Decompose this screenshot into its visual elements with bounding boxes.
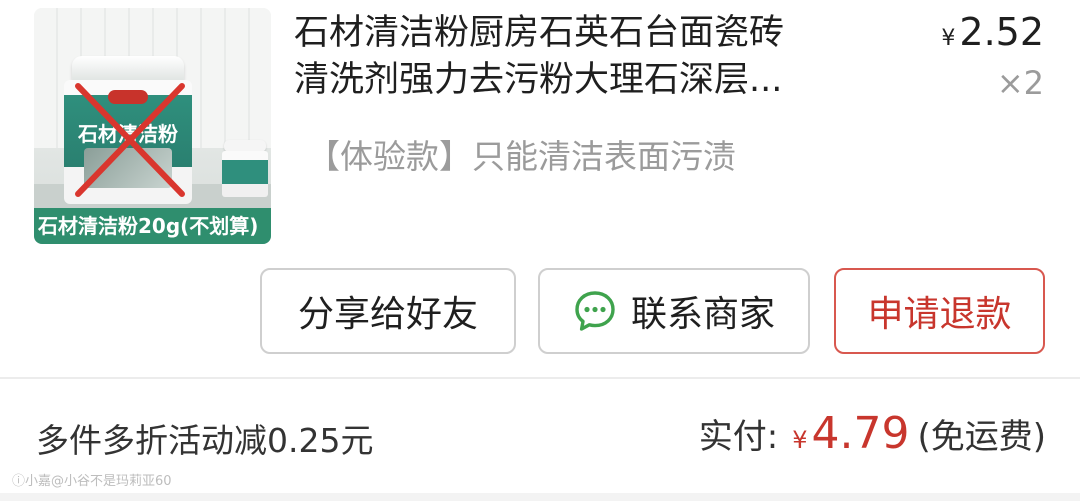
- product-title[interactable]: 石材清洁粉厨房石英石台面瓷砖 清洗剂强力去污粉大理石深层...: [294, 10, 894, 104]
- product-sku: 【体验款】只能清洁表面污渍: [307, 137, 736, 176]
- quantity: ×2: [996, 64, 1044, 102]
- discount-text: 多件多折活动减0.25元: [36, 421, 374, 460]
- currency-symbol: ¥: [941, 26, 956, 51]
- unit-price-value: 2.52: [959, 10, 1044, 54]
- paid-total: 实付: ¥ 4.79 (免运费): [699, 408, 1046, 459]
- refund-button-label: 申请退款: [867, 294, 1012, 335]
- unit-price: ¥2.52: [941, 10, 1044, 54]
- share-button[interactable]: 分享给好友: [260, 268, 516, 354]
- contact-seller-button[interactable]: 联系商家: [538, 268, 810, 354]
- shipping-note: (免运费): [917, 417, 1046, 457]
- contact-seller-label: 联系商家: [630, 294, 775, 335]
- paid-label: 实付:: [698, 417, 779, 457]
- refund-button[interactable]: 申请退款: [834, 268, 1045, 354]
- product-title-line-2: 清洗剂强力去污粉大理石深层...: [294, 60, 783, 100]
- product-jar-small: [222, 140, 268, 198]
- red-cross-mark-icon: [75, 83, 185, 197]
- chat-bubble-icon: [575, 291, 615, 331]
- paid-amount: 4.79: [811, 408, 910, 459]
- watermark: ⓘ小嘉@小谷不是玛莉亚60: [12, 474, 172, 489]
- paid-currency: ¥: [792, 426, 808, 454]
- product-thumbnail[interactable]: 石材清洁粉 石材清洁粉20g(不划算): [34, 8, 271, 244]
- product-title-line-1: 石材清洁粉厨房石英石台面瓷砖: [294, 13, 785, 53]
- thumbnail-caption: 石材清洁粉20g(不划算): [34, 208, 271, 244]
- bottom-separator: [0, 493, 1080, 501]
- section-divider: [0, 377, 1080, 379]
- share-button-label: 分享给好友: [297, 294, 478, 335]
